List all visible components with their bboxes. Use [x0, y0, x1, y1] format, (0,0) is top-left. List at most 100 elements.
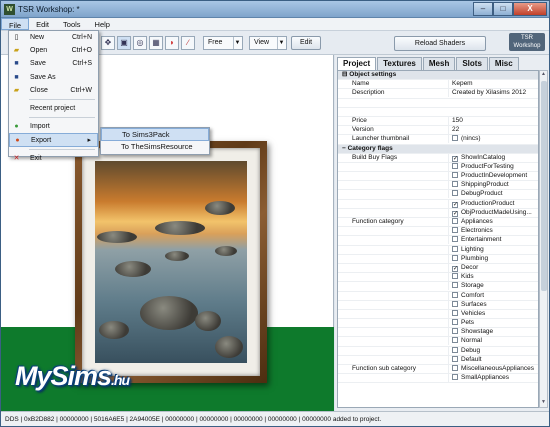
title-bar[interactable]: W TSR Workshop: * – □ X: [1, 1, 549, 18]
menu-file[interactable]: File: [1, 18, 30, 30]
flag-cell[interactable]: Entertainment: [448, 236, 538, 245]
camera-tool-icon[interactable]: ▣: [117, 36, 131, 50]
flag-row[interactable]: Lighting: [338, 245, 538, 255]
flag-row[interactable]: ✓ ObjProductMadeUsing...: [338, 208, 538, 218]
checkbox[interactable]: [452, 309, 458, 316]
checkbox[interactable]: ✓: [452, 155, 458, 162]
thumbnail-field[interactable]: (nincs): [448, 135, 538, 144]
grid-tool-icon[interactable]: ▦: [149, 36, 163, 50]
checkbox[interactable]: [452, 236, 458, 243]
section-header[interactable]: ⊟ Object settings: [338, 71, 538, 81]
checkbox[interactable]: [452, 300, 458, 307]
menu-item-to-thesimsresource[interactable]: To TheSimsResource: [101, 141, 209, 154]
menu-item-export[interactable]: ● Export ▸: [9, 133, 98, 147]
menu-item-save[interactable]: ■ Save Ctrl+S: [9, 57, 98, 70]
property-row[interactable]: Description Created by Xilasims 2012: [338, 89, 538, 99]
menu-item-close[interactable]: ▰ Close Ctrl+W: [9, 84, 98, 97]
view-select[interactable]: View ▼: [249, 36, 287, 50]
flag-cell[interactable]: Showstage: [448, 328, 538, 337]
flag-row[interactable]: Normal: [338, 337, 538, 347]
menu-item-new[interactable]: ▯ New Ctrl+N: [9, 31, 98, 44]
checkbox[interactable]: [452, 245, 458, 252]
flag-cell[interactable]: ✓ ObjProductMadeUsing...: [448, 208, 538, 217]
flag-cell[interactable]: Kids: [448, 273, 538, 282]
tab-misc[interactable]: Misc: [488, 57, 519, 70]
menu-item-exit[interactable]: ✕ Exit: [9, 152, 98, 165]
flag-row[interactable]: Function sub category MiscellaneousApplia…: [338, 365, 538, 375]
menu-edit[interactable]: Edit: [29, 18, 56, 30]
flag-cell[interactable]: Comfort: [448, 291, 538, 300]
flag-cell[interactable]: Pets: [448, 319, 538, 328]
checkbox[interactable]: [452, 337, 458, 344]
flag-row[interactable]: Default: [338, 355, 538, 365]
checkbox[interactable]: [452, 273, 458, 280]
flag-cell[interactable]: ProductInDevelopment: [448, 172, 538, 181]
brush-tool-icon[interactable]: ∕: [181, 36, 195, 50]
name-field[interactable]: Kepem: [448, 80, 538, 89]
flag-row[interactable]: Surfaces: [338, 300, 538, 310]
checkbox[interactable]: [452, 365, 458, 371]
flag-cell[interactable]: DebugProduct: [448, 190, 538, 199]
flag-row[interactable]: Kids: [338, 273, 538, 283]
tab-textures[interactable]: Textures: [377, 57, 422, 70]
flag-row[interactable]: Function category Appliances: [338, 218, 538, 228]
checkbox[interactable]: [452, 162, 458, 169]
flag-cell[interactable]: MiscellaneousAppliances: [448, 365, 538, 373]
sphere-tool-icon[interactable]: ◎: [133, 36, 147, 50]
flag-row[interactable]: ✓ Decor: [338, 263, 538, 274]
checkbox[interactable]: [452, 355, 458, 362]
flag-row[interactable]: ✓ ProductionProduct: [338, 199, 538, 209]
menu-item-open[interactable]: ▰ Open Ctrl+O: [9, 44, 98, 57]
flag-cell[interactable]: Surfaces: [448, 300, 538, 309]
checkbox[interactable]: [452, 190, 458, 197]
menu-item-save-as[interactable]: ■ Save As: [9, 71, 98, 84]
menu-help[interactable]: Help: [88, 18, 117, 30]
lips-tool-icon[interactable]: ◗: [165, 36, 179, 50]
flag-cell[interactable]: Lighting: [448, 245, 538, 254]
tab-project[interactable]: Project: [337, 57, 377, 71]
flag-cell[interactable]: Debug: [448, 346, 538, 355]
flag-row[interactable]: Plumbing: [338, 254, 538, 264]
flag-cell[interactable]: Plumbing: [448, 254, 538, 263]
scroll-up-icon[interactable]: ▲: [540, 71, 547, 79]
flag-cell[interactable]: ✓ ShowInCatalog: [448, 153, 538, 162]
flag-row[interactable]: DebugProduct: [338, 190, 538, 200]
description-field[interactable]: Created by Xilasims 2012: [448, 89, 538, 98]
flag-cell[interactable]: Appliances: [448, 218, 538, 226]
checkbox[interactable]: [452, 218, 458, 224]
flag-cell[interactable]: Default: [448, 355, 538, 364]
flag-row[interactable]: Storage: [338, 282, 538, 292]
checkbox[interactable]: ✓: [452, 201, 458, 208]
menu-item-import[interactable]: ● Import: [9, 120, 98, 133]
checkbox[interactable]: [452, 328, 458, 335]
flag-cell[interactable]: ShippingProduct: [448, 181, 538, 190]
flag-row[interactable]: Comfort: [338, 291, 538, 301]
flag-row[interactable]: ProductInDevelopment: [338, 172, 538, 182]
checkbox[interactable]: [452, 319, 458, 326]
checkbox[interactable]: [452, 291, 458, 298]
section-header[interactable]: − Category flags: [338, 144, 538, 154]
menu-item-to-sims3pack[interactable]: To Sims3Pack: [101, 128, 209, 141]
checkbox[interactable]: ✓: [452, 265, 458, 272]
reload-shaders-button[interactable]: Reload Shaders: [394, 36, 486, 51]
tab-mesh[interactable]: Mesh: [422, 57, 456, 70]
flag-row[interactable]: Showstage: [338, 328, 538, 338]
mode-select[interactable]: Free ▼: [203, 36, 243, 50]
flag-row[interactable]: SmallAppliances: [338, 374, 538, 384]
flag-cell[interactable]: SmallAppliances: [448, 374, 538, 383]
checkbox[interactable]: [452, 254, 458, 261]
edit-button[interactable]: Edit: [291, 36, 321, 50]
flag-cell[interactable]: Storage: [448, 282, 538, 291]
flag-row[interactable]: Vehicles: [338, 309, 538, 320]
checkbox[interactable]: [452, 227, 458, 234]
checkbox[interactable]: [452, 172, 458, 179]
checkbox[interactable]: [452, 346, 458, 353]
property-row[interactable]: Name Kepem: [338, 80, 538, 90]
checkbox[interactable]: [452, 282, 458, 289]
price-field[interactable]: 150: [448, 116, 538, 125]
flag-row[interactable]: Build Buy Flags ✓ ShowInCatalog: [338, 153, 538, 163]
flag-cell[interactable]: ProductForTesting: [448, 162, 538, 171]
flag-cell[interactable]: ✓ ProductionProduct: [448, 199, 538, 208]
maximize-button[interactable]: □: [493, 2, 513, 16]
flag-row[interactable]: ShippingProduct: [338, 181, 538, 191]
